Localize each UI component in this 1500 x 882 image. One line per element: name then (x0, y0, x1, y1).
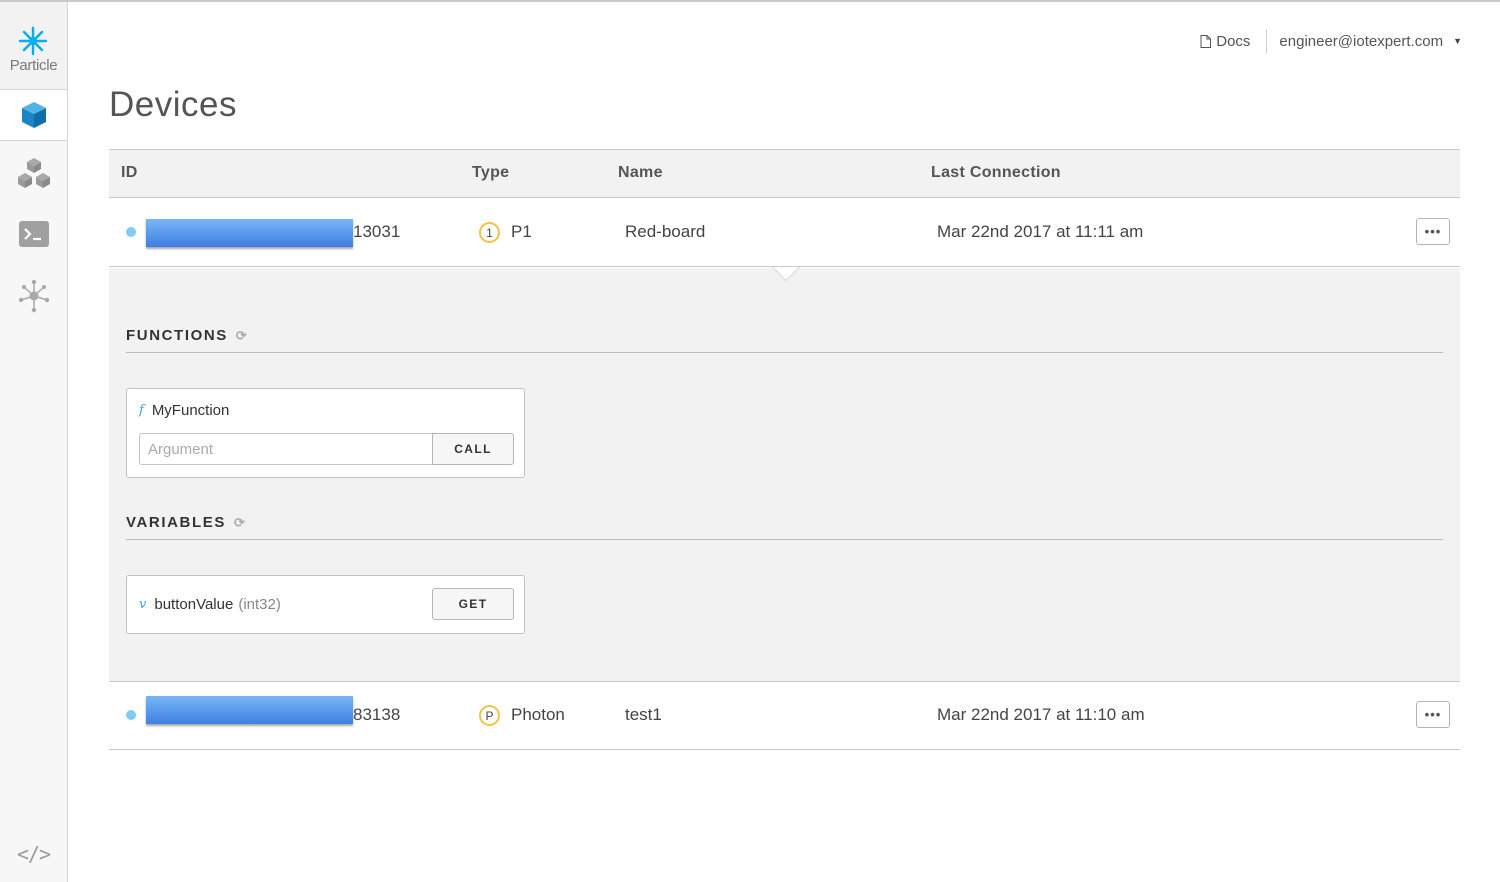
user-menu[interactable]: engineer@iotexpert.com ▼ (1279, 33, 1462, 50)
device-id: 13031 (353, 222, 401, 241)
function-argument-input[interactable] (139, 433, 433, 465)
document-icon (1200, 34, 1212, 48)
console-icon (18, 221, 49, 247)
last-connection: Mar 22nd 2017 at 11:11 am (937, 222, 1144, 241)
user-email: engineer@iotexpert.com (1279, 32, 1444, 50)
panel-notch (773, 267, 799, 280)
column-header-type[interactable]: Type (472, 164, 509, 182)
device-type-badge: P (479, 705, 500, 726)
call-button[interactable]: CALL (432, 433, 514, 465)
page-title: Devices (109, 85, 237, 124)
table-row[interactable]: 13031 1 P1 Red-board Mar 22nd 2017 at 11… (109, 199, 1460, 266)
get-button[interactable]: GET (432, 588, 514, 620)
device-type: Photon (511, 705, 565, 724)
caret-down-icon: ▼ (1453, 36, 1462, 46)
redacted-id-block (146, 696, 353, 724)
functions-title: FUNCTIONS (126, 327, 228, 344)
sidebar-item-console[interactable] (0, 217, 67, 251)
last-connection: Mar 22nd 2017 at 11:10 am (937, 705, 1145, 724)
column-header-id[interactable]: ID (121, 164, 138, 182)
particle-logo[interactable]: Particle (0, 2, 67, 90)
variables-divider (126, 539, 1443, 540)
device-cube-icon (21, 102, 46, 128)
device-detail-panel: FUNCTIONS ⟳ f MyFunction CALL VARIABLES … (109, 267, 1460, 681)
sidebar: Particle </> (0, 2, 68, 882)
sidebar-item-integrations[interactable] (0, 277, 67, 315)
variable-symbol-icon: v (139, 597, 147, 612)
table-header: ID Type Name Last Connection (109, 149, 1460, 198)
device-type-badge: 1 (479, 222, 500, 243)
top-border (0, 0, 1500, 2)
functions-divider (126, 352, 1443, 353)
device-name[interactable]: test1 (625, 705, 662, 725)
redacted-id-block (146, 219, 353, 247)
device-type: P1 (511, 222, 532, 241)
sidebar-item-devices[interactable] (0, 90, 67, 141)
row-divider (109, 749, 1460, 750)
more-options-button[interactable]: ••• (1416, 218, 1450, 245)
function-name: MyFunction (151, 402, 230, 419)
device-name[interactable]: Red-board (625, 222, 705, 242)
more-options-button[interactable]: ••• (1416, 701, 1450, 728)
header-divider (1266, 29, 1268, 53)
function-name-row: f MyFunction (139, 402, 229, 419)
column-header-name[interactable]: Name (618, 164, 663, 182)
variable-card: v buttonValue (int32) GET (126, 575, 525, 634)
refresh-variables-icon[interactable]: ⟳ (234, 515, 245, 531)
code-icon[interactable]: </> (0, 842, 67, 866)
brand-name: Particle (9, 57, 58, 74)
particle-star-icon (18, 26, 48, 56)
variables-heading: VARIABLES ⟳ (126, 514, 245, 531)
variables-title: VARIABLES (126, 514, 226, 531)
device-id: 83138 (353, 705, 401, 724)
docs-link[interactable]: Docs (1200, 33, 1266, 50)
sidebar-item-products[interactable] (0, 152, 67, 196)
products-cubes-icon (17, 158, 50, 188)
column-header-last-connection[interactable]: Last Connection (931, 164, 1061, 182)
table-row[interactable]: 83138 P Photon test1 Mar 22nd 2017 at 11… (109, 682, 1460, 749)
function-card: f MyFunction CALL (126, 388, 525, 478)
integrations-hub-icon (18, 279, 49, 313)
function-symbol-icon: f (139, 403, 144, 418)
refresh-functions-icon[interactable]: ⟳ (236, 328, 247, 344)
variable-type: (int32) (238, 596, 281, 613)
variable-name: buttonValue (154, 596, 234, 613)
functions-heading: FUNCTIONS ⟳ (126, 327, 247, 344)
online-status-dot (126, 710, 136, 720)
variable-name-row: v buttonValue (int32) (139, 596, 281, 613)
top-bar: Docs engineer@iotexpert.com ▼ (1200, 29, 1462, 53)
online-status-dot (126, 227, 136, 237)
docs-label: Docs (1216, 32, 1251, 50)
